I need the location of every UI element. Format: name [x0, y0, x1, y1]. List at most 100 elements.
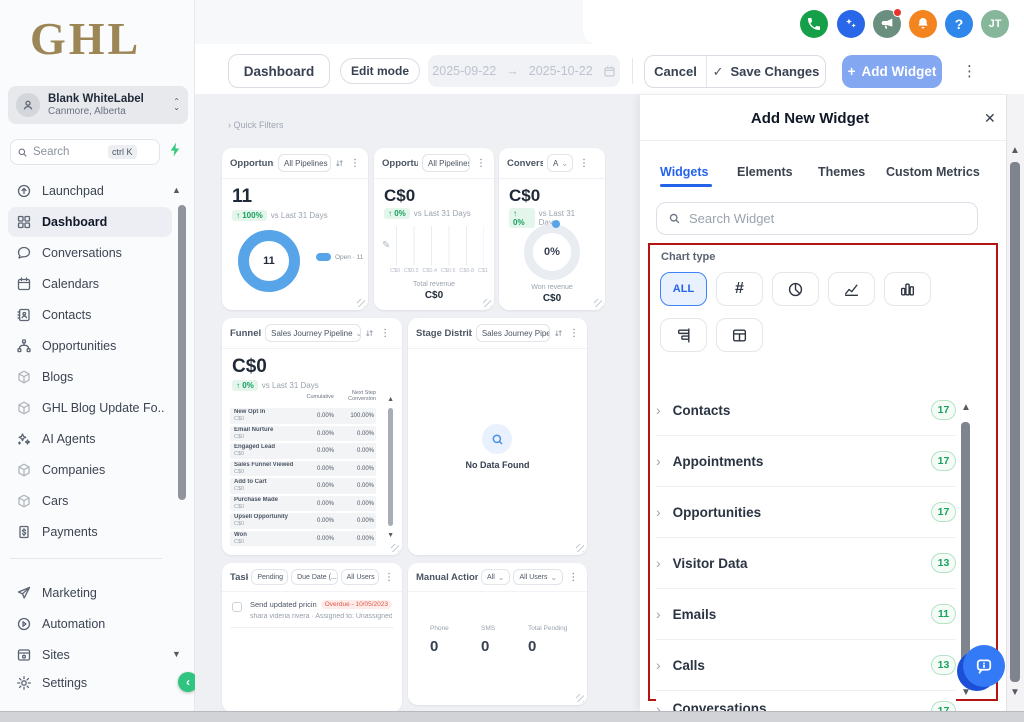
pipeline-select[interactable]: Sales Journey Pipeline⌄ [265, 324, 361, 342]
widget-menu[interactable]: ⋮ [380, 328, 390, 339]
category-appointments[interactable]: › Appointments 17 [656, 436, 956, 486]
dashboard-button[interactable]: Dashboard [228, 54, 330, 88]
pipeline-select[interactable]: A⌄ [547, 154, 573, 172]
sidebar-item-blogs[interactable]: Blogs [8, 362, 172, 392]
sidebar-item-ghl-blog-update[interactable]: GHL Blog Update Fo... [8, 393, 172, 423]
chart-type-all[interactable]: ALL [660, 272, 707, 306]
phone-icon[interactable] [800, 10, 828, 38]
manual-type-filter[interactable]: All⌄ [481, 569, 510, 585]
sidebar-item-contacts[interactable]: Contacts [8, 300, 172, 330]
category-calls[interactable]: › Calls 13 [656, 640, 956, 690]
sort-icon[interactable] [335, 159, 344, 168]
horizontal-scrollbar[interactable] [0, 711, 1024, 722]
sidebar-item-launchpad[interactable]: Launchpad [8, 176, 172, 206]
resize-handle[interactable] [576, 694, 584, 702]
sidebar-item-automation[interactable]: Automation [8, 609, 172, 639]
widget-menu[interactable]: ⋮ [579, 158, 589, 169]
sidebar-scrollbar-thumb[interactable] [178, 205, 186, 500]
chart-type-column[interactable] [884, 272, 931, 306]
category-visitor-data[interactable]: › Visitor Data 13 [656, 538, 956, 588]
quick-filters[interactable]: › Quick Filters [228, 120, 284, 130]
gauge-dot [552, 220, 560, 228]
widget-menu[interactable]: ⋮ [568, 572, 578, 583]
window-scrollbar-thumb[interactable] [1010, 162, 1020, 682]
cancel-button[interactable]: Cancel [645, 56, 707, 87]
widget-menu[interactable]: ⋮ [476, 158, 486, 169]
category-emails[interactable]: › Emails 11 [656, 589, 956, 639]
tasks-status-filter[interactable]: Pending⌄ [251, 569, 288, 585]
sidebar-item-ai-agents[interactable]: AI Agents [8, 424, 172, 454]
tasks-duedate-filter[interactable]: Due Date (...⌄ [291, 569, 338, 585]
stat-label: Total Pending [528, 625, 567, 632]
widget-menu[interactable]: ⋮ [350, 158, 360, 169]
pipeline-select[interactable]: All Pipelines⌄ [278, 154, 331, 172]
tab-themes[interactable]: Themes [818, 165, 865, 179]
category-contacts[interactable]: › Contacts 17 [656, 385, 956, 435]
category-opportunities[interactable]: › Opportunities 17 [656, 487, 956, 537]
tab-custom-metrics[interactable]: Custom Metrics [886, 165, 980, 179]
window-scroll-up[interactable]: ▲ [1010, 146, 1020, 156]
save-changes-button[interactable]: ✓ Save Changes [707, 56, 825, 87]
pipeline-select[interactable]: All Pipelines⌄ [422, 154, 470, 172]
widget-search-input[interactable] [689, 211, 966, 226]
stat-label: Phone [430, 625, 449, 632]
pipeline-select[interactable]: Sales Journey Pipeline⌄ [476, 324, 550, 342]
pipeline-value: All Pipelines [284, 159, 328, 168]
chart-type-table[interactable] [716, 318, 763, 352]
window-scroll-down[interactable]: ▼ [1010, 688, 1020, 698]
sidebar-scroll-up[interactable]: ▲ [172, 186, 181, 195]
widget-search[interactable] [656, 202, 978, 235]
chart-type-bar[interactable] [660, 318, 707, 352]
sidebar-item-settings[interactable]: Settings [8, 668, 172, 698]
tab-widgets[interactable]: Widgets [660, 165, 709, 179]
widget-menu[interactable]: ⋮ [384, 572, 394, 583]
category-conversations-partial[interactable]: › Conversations 17 [656, 695, 956, 712]
sidebar-search[interactable]: ctrl K [10, 139, 160, 165]
tasks-user-filter[interactable]: All Users⌄ [341, 569, 379, 585]
panel-close-button[interactable]: ✕ [984, 110, 996, 127]
sidebar-item-opportunities[interactable]: Opportunities [8, 331, 172, 361]
sort-icon[interactable] [554, 329, 563, 338]
manual-user-filter[interactable]: All Users⌄ [513, 569, 563, 585]
sidebar-scroll-down[interactable]: ▼ [172, 650, 181, 659]
sidebar-item-sites[interactable]: Sites [8, 640, 172, 670]
quick-actions-zap[interactable] [167, 141, 184, 163]
support-chat-button[interactable] [957, 643, 1005, 691]
chart-type-number[interactable]: # [716, 272, 763, 306]
resize-handle[interactable] [391, 544, 399, 552]
announcements-icon[interactable] [873, 10, 901, 38]
resize-handle[interactable] [483, 299, 491, 307]
panel-scroll-up[interactable]: ▲ [961, 403, 971, 413]
resize-handle[interactable] [576, 544, 584, 552]
sidebar-item-conversations[interactable]: Conversations [8, 238, 172, 268]
resize-handle[interactable] [594, 299, 602, 307]
task-row[interactable]: Send updated pricing to all Q... Overdue… [250, 600, 392, 620]
sparkles-icon[interactable] [837, 10, 865, 38]
task-checkbox[interactable] [232, 602, 242, 612]
send-icon [16, 585, 32, 601]
sidebar-item-companies[interactable]: Companies [8, 455, 172, 485]
sidebar-search-input[interactable] [33, 146, 103, 158]
chart-type-line[interactable] [828, 272, 875, 306]
avatar[interactable]: JT [981, 10, 1009, 38]
resize-handle[interactable] [357, 299, 365, 307]
sidebar-item-cars[interactable]: Cars [8, 486, 172, 516]
help-icon[interactable]: ? [945, 10, 973, 38]
sidebar-item-payments[interactable]: Payments [8, 517, 172, 547]
sort-icon[interactable] [365, 329, 374, 338]
widget-menu[interactable]: ⋮ [569, 328, 579, 339]
edit-mode-badge[interactable]: Edit mode [340, 58, 420, 84]
notifications-bell-icon[interactable] [909, 10, 937, 38]
chart-type-pie[interactable] [772, 272, 819, 306]
tab-elements[interactable]: Elements [737, 165, 793, 179]
date-range-picker[interactable]: 2025-09-22 → 2025-10-22 [428, 55, 620, 87]
funnel-scroll-up[interactable]: ▲ [387, 396, 394, 403]
funnel-scrollbar-thumb[interactable] [388, 408, 393, 526]
toolbar-more-menu[interactable]: ⋮ [962, 62, 976, 80]
funnel-scroll-down[interactable]: ▼ [387, 532, 394, 539]
account-switcher[interactable]: Blank WhiteLabel Canmore, Alberta ⌃ ⌄ [8, 86, 188, 124]
sidebar-item-dashboard[interactable]: Dashboard [8, 207, 172, 237]
sidebar-item-calendars[interactable]: Calendars [8, 269, 172, 299]
add-widget-button[interactable]: + Add Widget [842, 55, 942, 88]
sidebar-item-marketing[interactable]: Marketing [8, 578, 172, 608]
